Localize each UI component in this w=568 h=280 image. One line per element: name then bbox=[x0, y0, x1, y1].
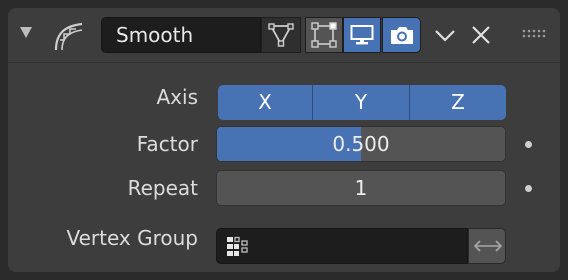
factor-label: Factor bbox=[136, 132, 198, 156]
repeat-field[interactable]: 1 bbox=[216, 170, 506, 206]
factor-value: 0.500 bbox=[332, 132, 390, 156]
axis-x-toggle[interactable]: X bbox=[218, 85, 313, 120]
vertex-group-invert-toggle[interactable] bbox=[468, 228, 506, 264]
realtime-display-toggle[interactable] bbox=[343, 17, 381, 53]
factor-keyframe-dot[interactable] bbox=[525, 141, 532, 148]
repeat-value: 1 bbox=[354, 176, 368, 200]
on-cage-icon bbox=[311, 22, 337, 48]
smooth-modifier-icon bbox=[54, 22, 83, 51]
realtime-display-icon bbox=[350, 25, 374, 45]
factor-slider[interactable]: 0.500 bbox=[216, 126, 506, 162]
render-toggle[interactable] bbox=[382, 17, 421, 53]
vertex-group-icon bbox=[227, 236, 248, 256]
smooth-modifier-panel: Smooth Axis X Y Z Factor 0.500 Repeat 1 … bbox=[8, 8, 560, 272]
modifier-name-field[interactable]: Smooth bbox=[101, 17, 261, 53]
edit-mode-toggle[interactable] bbox=[261, 17, 301, 53]
collapse-arrow-icon[interactable] bbox=[20, 27, 32, 38]
modifier-header: Smooth bbox=[8, 8, 560, 63]
repeat-label: Repeat bbox=[127, 176, 198, 200]
axis-y-toggle[interactable]: Y bbox=[313, 85, 410, 120]
axis-z-toggle[interactable]: Z bbox=[410, 85, 506, 120]
render-icon bbox=[390, 27, 413, 44]
on-cage-toggle[interactable] bbox=[305, 17, 343, 53]
axis-label: Axis bbox=[156, 85, 199, 109]
edit-mode-icon bbox=[268, 23, 294, 47]
modifier-extras-dropdown[interactable] bbox=[427, 17, 463, 53]
vertex-group-label: Vertex Group bbox=[66, 226, 198, 250]
vertex-group-field[interactable] bbox=[216, 228, 468, 264]
repeat-keyframe-dot[interactable] bbox=[525, 185, 532, 192]
dropdown-chevron-icon bbox=[435, 30, 455, 42]
drag-handle-icon[interactable] bbox=[522, 28, 546, 42]
close-icon[interactable] bbox=[470, 24, 492, 46]
invert-arrows-icon bbox=[474, 240, 502, 252]
